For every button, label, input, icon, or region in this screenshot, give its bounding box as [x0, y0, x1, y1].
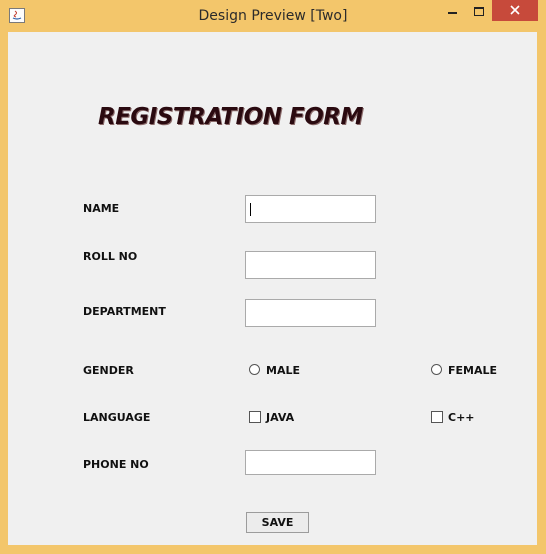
save-button[interactable]: SAVE [246, 512, 309, 533]
gender-label: GENDER [83, 364, 134, 377]
java-checkbox-label[interactable]: JAVA [266, 411, 294, 424]
name-field[interactable] [245, 195, 376, 223]
maximize-icon[interactable] [466, 0, 492, 22]
java-checkbox[interactable] [249, 411, 261, 423]
cpp-checkbox-label[interactable]: C++ [448, 411, 475, 424]
roll-no-field[interactable] [245, 251, 376, 279]
roll-no-label: ROLL NO [83, 250, 138, 263]
minimize-icon[interactable] [440, 0, 466, 22]
phone-no-label: PHONE NO [83, 458, 149, 471]
title-bar[interactable]: Design Preview [Two] [0, 0, 546, 32]
department-field[interactable] [245, 299, 376, 327]
cpp-checkbox[interactable] [431, 411, 443, 423]
app-window: Design Preview [Two] REGISTRATION FORM N… [0, 0, 546, 554]
name-label: NAME [83, 202, 120, 215]
phone-no-field[interactable] [245, 450, 376, 475]
text-caret [250, 203, 251, 216]
close-icon[interactable] [492, 0, 538, 21]
form-heading: REGISTRATION FORM [98, 104, 363, 130]
language-label: LANGUAGE [83, 411, 151, 424]
form-panel: REGISTRATION FORM NAME ROLL NO DEPARTMEN… [8, 32, 537, 545]
male-radio[interactable] [249, 364, 260, 375]
department-label: DEPARTMENT [83, 305, 166, 318]
male-radio-label[interactable]: MALE [266, 364, 300, 377]
female-radio[interactable] [431, 364, 442, 375]
female-radio-label[interactable]: FEMALE [448, 364, 497, 377]
